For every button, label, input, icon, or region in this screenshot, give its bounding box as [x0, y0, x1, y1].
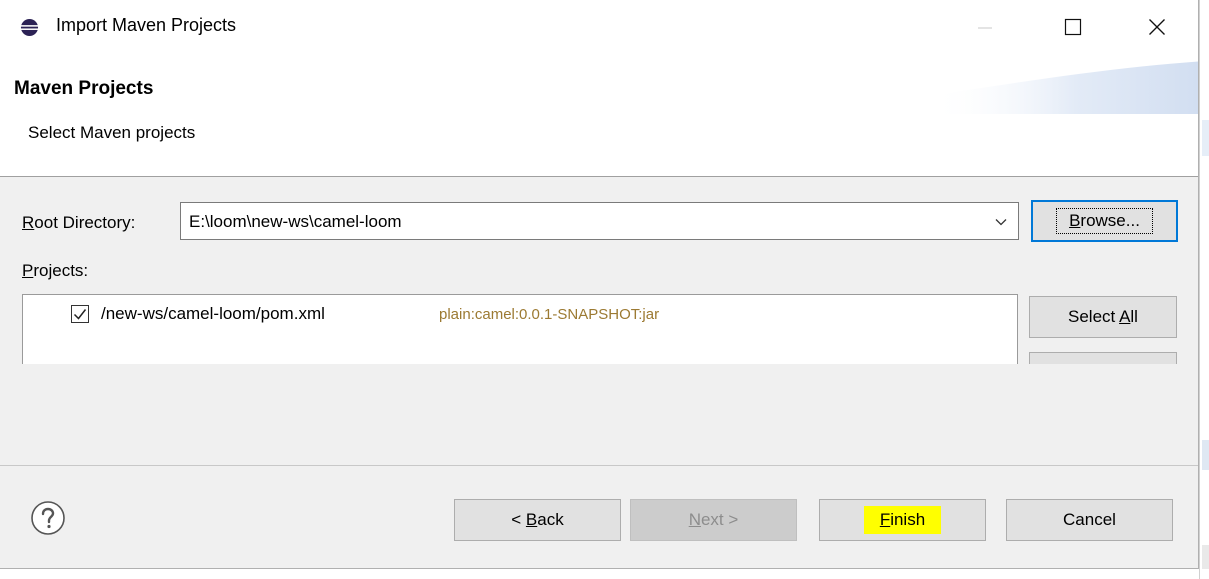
background-fragment	[1202, 120, 1209, 156]
mnemonic: F	[879, 510, 891, 529]
select-all-label: Select All	[1068, 307, 1138, 327]
project-path: /new-ws/camel-loom/pom.xml	[101, 304, 325, 323]
header-banner-graphic	[930, 61, 1198, 114]
project-coordinates: plain:camel:0.0.1-SNAPSHOT:jar	[439, 306, 660, 323]
background-fragment	[1202, 440, 1209, 470]
root-directory-label: Root Directory:	[22, 213, 135, 233]
background-window-edge	[1199, 0, 1209, 579]
screen: Import Maven Projects Maven Projects Sel…	[0, 0, 1209, 579]
cancel-button[interactable]: Cancel	[1006, 499, 1173, 541]
browse-button-label: Browse...	[1056, 208, 1153, 234]
wizard-page-title: Maven Projects	[14, 78, 154, 99]
mnemonic: P	[22, 261, 34, 280]
title-bar: Import Maven Projects	[0, 0, 1198, 54]
label-text: inish	[890, 510, 926, 529]
background-fragment	[1202, 545, 1209, 569]
next-button[interactable]: Next >	[630, 499, 797, 541]
maximize-icon	[1064, 18, 1082, 36]
close-icon	[1149, 19, 1165, 35]
label-text: ext >	[700, 510, 739, 529]
label-text: Select	[1068, 307, 1120, 326]
label-text: rojects:	[33, 261, 89, 280]
projects-tree[interactable]: /new-ws/camel-loom/pom.xml plain:camel:0…	[22, 294, 1018, 364]
project-checkbox[interactable]	[71, 305, 89, 323]
window-title: Import Maven Projects	[56, 15, 237, 35]
mnemonic: R	[22, 213, 35, 232]
help-icon[interactable]	[30, 500, 66, 536]
checkmark-icon	[73, 309, 87, 320]
mnemonic: N	[688, 510, 701, 529]
import-maven-projects-dialog: Import Maven Projects Maven Projects Sel…	[0, 0, 1199, 569]
mnemonic: B	[525, 510, 538, 529]
browse-button[interactable]: Browse...	[1031, 200, 1178, 242]
next-button-label: Next >	[689, 510, 739, 530]
wizard-page-description: Select Maven projects	[28, 123, 196, 142]
projects-label: Projects:	[22, 261, 88, 281]
finish-button-label: Finish	[863, 506, 942, 534]
back-button[interactable]: < Back	[454, 499, 621, 541]
label-text: ack	[537, 510, 564, 529]
mnemonic: A	[1119, 307, 1131, 326]
label-text: <	[511, 510, 526, 529]
deselect-all-button[interactable]	[1029, 352, 1177, 364]
close-button[interactable]	[1127, 0, 1187, 54]
finish-button[interactable]: Finish	[819, 499, 986, 541]
eclipse-icon	[20, 18, 39, 37]
minimize-button[interactable]	[955, 0, 1015, 54]
header-divider	[0, 176, 1198, 177]
chevron-down-icon[interactable]	[994, 215, 1008, 229]
cancel-button-label: Cancel	[1063, 510, 1116, 529]
back-button-label: < Back	[511, 510, 563, 530]
wizard-header: Maven Projects Select Maven projects	[0, 54, 1198, 176]
root-directory-value: E:\loom\new-ws\camel-loom	[189, 212, 402, 231]
select-all-button[interactable]: Select All	[1029, 296, 1177, 338]
minimize-icon	[978, 27, 992, 29]
footer-divider	[0, 465, 1198, 466]
maximize-button[interactable]	[1043, 0, 1103, 54]
label-text: rowse...	[1080, 211, 1140, 230]
label-text: oot Directory:	[34, 213, 136, 232]
label-text: ll	[1130, 307, 1138, 326]
root-directory-combo[interactable]: E:\loom\new-ws\camel-loom	[180, 202, 1019, 240]
mnemonic: B	[1069, 211, 1081, 230]
